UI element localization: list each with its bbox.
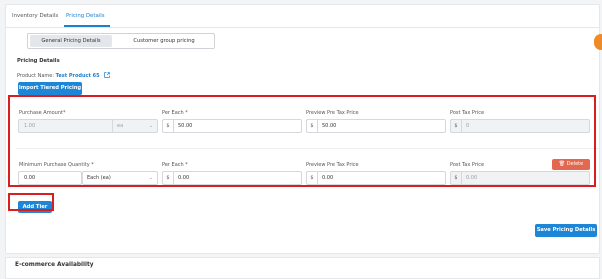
tab-pricing-details[interactable]: Pricing Details [66, 13, 105, 19]
save-pricing-details-button[interactable]: Save Pricing Details [535, 224, 597, 237]
ecommerce-section: E-commerce Availability [5, 257, 600, 279]
pricing-mode-toggle: General Pricing Details Customer group p… [27, 33, 215, 49]
tiers-highlight-box [8, 95, 596, 187]
active-tab-indicator [64, 25, 110, 27]
section-title: Pricing Details [17, 58, 60, 64]
tab-bar: Inventory Details Pricing Details [6, 5, 599, 28]
ecommerce-title: E-commerce Availability [15, 262, 94, 268]
add-tier-highlight-box [8, 193, 54, 211]
external-link-icon[interactable] [104, 72, 110, 78]
product-name-value: Test Product 65 [55, 73, 100, 79]
segment-general-pricing[interactable]: General Pricing Details [30, 35, 112, 47]
product-name-label: Product Name: [17, 73, 55, 79]
import-tiered-pricing-button[interactable]: Import Tiered Pricing [18, 82, 82, 95]
tab-inventory-details[interactable]: Inventory Details [12, 13, 58, 19]
product-name-line: Product Name: Test Product 65 [17, 72, 110, 79]
side-feedback-tab[interactable] [594, 34, 602, 50]
segment-customer-group-pricing[interactable]: Customer group pricing [116, 34, 212, 48]
